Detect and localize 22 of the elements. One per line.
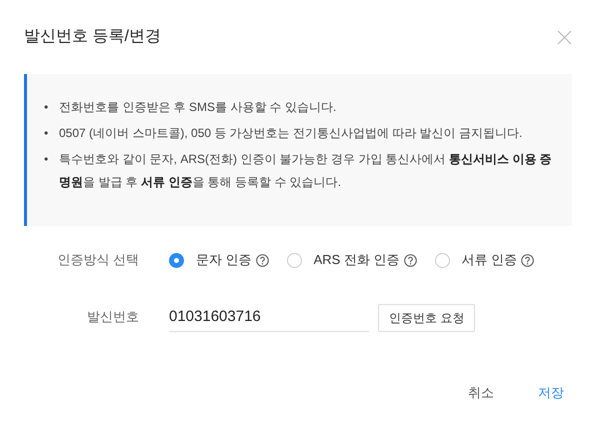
- cancel-button[interactable]: 취소: [460, 380, 502, 406]
- help-icon[interactable]: [404, 254, 417, 266]
- radio-button[interactable]: [286, 252, 302, 268]
- help-icon[interactable]: [256, 254, 269, 266]
- bullet-mark: •: [43, 125, 50, 142]
- request-code-button[interactable]: 인증번호 요청: [378, 304, 476, 332]
- bullet-mark: •: [43, 99, 50, 116]
- auth-method-label: 인증방식 선택: [56, 251, 139, 269]
- radio-label[interactable]: 서류 인증: [462, 251, 518, 269]
- dialog-title: 발신번호 등록/변경: [24, 26, 161, 46]
- bullet-mark: •: [43, 151, 50, 168]
- radio-button[interactable]: [434, 252, 450, 268]
- save-button[interactable]: 저장: [530, 380, 572, 406]
- notice-text: 0507 (네이버 스마트콜), 050 등 가상번호는 전기통신사업법에 따라 발신이 금지됩니다.: [59, 125, 524, 142]
- notice-text: 특수번호와 같이 문자, ARS(전화) 인증이 불가능한 경우 가입 통신사에서 통신서비스 이용 증명원을 발급 후 서류 인증을 통해 등록할 수 있습니다.: [59, 151, 552, 191]
- help-icon[interactable]: [521, 254, 534, 266]
- close-icon[interactable]: [557, 30, 572, 44]
- notice-text: 전화번호를 인증받은 후 SMS를 사용할 수 있습니다.: [59, 99, 338, 116]
- radio-button[interactable]: [169, 252, 184, 268]
- radio-label[interactable]: 문자 인증: [196, 251, 252, 269]
- radio-label[interactable]: ARS 전화 인증: [314, 251, 400, 269]
- sender-number-label: 발신번호: [86, 308, 139, 326]
